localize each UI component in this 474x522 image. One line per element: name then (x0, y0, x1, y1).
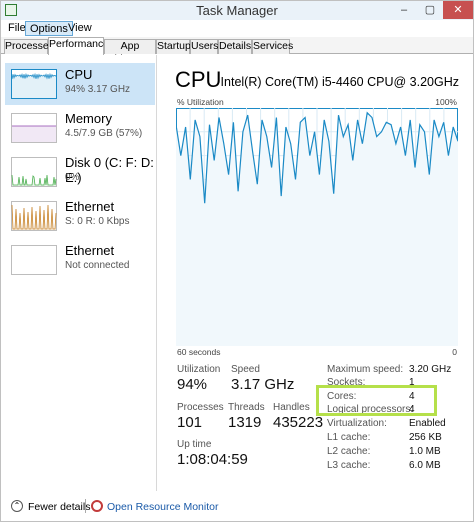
sidebar-item-cpu[interactable]: CPU 94% 3.17 GHz (5, 63, 155, 105)
tab-performance[interactable]: Performance (48, 37, 109, 55)
sidebar-item-ethernet-2[interactable]: Ethernet Not connected (5, 239, 155, 281)
tab-processes[interactable]: Processes (4, 39, 54, 54)
speed-label: Speed (231, 364, 260, 375)
l1-cache-label: L1 cache: (327, 432, 371, 443)
threads-label: Threads (228, 402, 265, 413)
sidebar-item-ethernet[interactable]: Ethernet S: 0 R: 0 Kbps (5, 195, 155, 237)
l2-cache-label: L2 cache: (327, 446, 371, 457)
resource-sidebar: CPU 94% 3.17 GHz Memory 4.5/7.9 GB (57%)… (1, 55, 157, 491)
virtualization-value: Enabled (409, 418, 446, 429)
max-speed-value: 3.20 GHz (409, 364, 452, 375)
speed-value: 3.17 GHz (231, 376, 295, 393)
threads-value: 1319 (228, 414, 262, 431)
ethernet-thumbnail-graph (11, 201, 57, 231)
sidebar-item-value: S: 0 R: 0 Kbps (65, 216, 130, 227)
open-resource-monitor-link[interactable]: Open Resource Monitor (107, 501, 218, 513)
cpu-utilization-graph (176, 108, 458, 346)
menu-bar: File Options View (1, 20, 473, 37)
ethernet-2-thumbnail-graph (11, 245, 57, 275)
l3-cache-label: L3 cache: (327, 460, 371, 471)
close-button[interactable]: ✕ (443, 1, 473, 19)
utilization-value: 94% (177, 376, 208, 393)
fewer-details-link[interactable]: Fewer details (28, 501, 90, 513)
maximize-button[interactable]: ▢ (417, 1, 443, 19)
cpu-model-name: Intel(R) Core(TM) i5-4460 CPU@ 3.20GHz (220, 75, 459, 89)
uptime-label: Up time (177, 439, 212, 450)
processes-value: 101 (177, 414, 203, 431)
tab-services[interactable]: Services (252, 39, 293, 54)
resource-monitor-icon[interactable] (91, 500, 103, 512)
thumbnail-area (12, 126, 56, 142)
title-bar: Task Manager – ▢ ✕ (1, 1, 473, 20)
task-manager-window: Task Manager – ▢ ✕ File Options View Pro… (0, 0, 474, 522)
sidebar-item-value: 0% (65, 172, 80, 183)
l2-cache-value: 1.0 MB (409, 446, 441, 457)
chevron-up-icon[interactable]: ⌃ (11, 500, 23, 512)
handles-label: Handles (273, 402, 310, 413)
cpu-detail-pane: CPU Intel(R) Core(TM) i5-4460 CPU@ 3.20G… (167, 55, 463, 491)
menu-view[interactable]: View (64, 21, 96, 36)
processes-label: Processes (177, 402, 224, 413)
tab-users[interactable]: Users (190, 39, 218, 54)
max-speed-label: Maximum speed: (327, 364, 404, 375)
l3-cache-value: 6.0 MB (409, 460, 441, 471)
page-title: CPU (175, 67, 222, 92)
tab-bar: Processes Performance App history Startu… (1, 37, 473, 65)
sidebar-item-value: 4.5/7.9 GB (57%) (65, 128, 143, 139)
uptime-value: 1:08:04:59 (177, 451, 248, 468)
sidebar-item-disk[interactable]: Disk 0 (C: F: D: E:) 0% (5, 151, 155, 193)
time-span-label: 60 seconds (177, 347, 221, 357)
cpu-thumbnail-graph (11, 69, 57, 99)
thumbnail-frame (11, 245, 57, 275)
footer-divider (85, 499, 86, 513)
minimize-button[interactable]: – (391, 1, 417, 19)
virtualization-label: Virtualization: (327, 418, 387, 429)
l1-cache-value: 256 KB (409, 432, 442, 443)
disk-thumbnail-graph (11, 157, 57, 187)
utilization-max-label: 100% (435, 97, 457, 107)
tab-app-history[interactable]: App history (104, 39, 156, 65)
footer-bar: ⌃ Fewer details Open Resource Monitor (1, 491, 473, 521)
utilization-axis-label: % Utilization (177, 97, 224, 107)
sidebar-item-label: CPU (65, 67, 93, 82)
sidebar-item-value: Not connected (65, 260, 130, 271)
memory-thumbnail-graph (11, 113, 57, 143)
sidebar-item-label: Memory (65, 111, 112, 126)
cores-highlight-box (316, 385, 437, 416)
tab-details[interactable]: Details (218, 39, 252, 54)
utilization-label: Utilization (177, 364, 221, 375)
sidebar-item-value: 94% 3.17 GHz (65, 84, 131, 95)
performance-panel: CPU 94% 3.17 GHz Memory 4.5/7.9 GB (57%)… (1, 55, 473, 491)
sidebar-item-label: Ethernet (65, 243, 115, 258)
thumbnail-frame (11, 201, 57, 231)
handles-value: 435223 (273, 414, 324, 431)
sidebar-item-memory[interactable]: Memory 4.5/7.9 GB (57%) (5, 107, 155, 149)
sidebar-item-label: Ethernet (65, 199, 115, 214)
utilization-min-label: 0 (452, 347, 457, 357)
tab-startup[interactable]: Startup (156, 39, 191, 54)
